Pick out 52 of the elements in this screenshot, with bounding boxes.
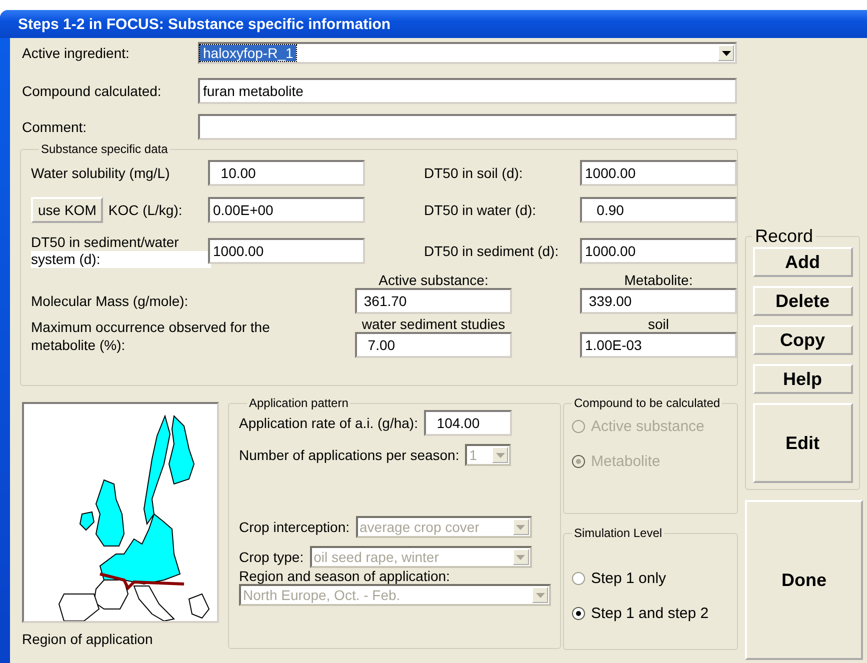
column-header: soil	[646, 316, 670, 332]
field-label: Crop type:	[239, 549, 304, 565]
group-title: Record	[754, 226, 814, 247]
column-header: water sediment studies	[360, 316, 506, 332]
field-label: Molecular Mass (g/mole):	[31, 293, 190, 309]
input-field[interactable]: 104.00	[424, 410, 512, 436]
field-label: Comment:	[21, 119, 88, 135]
input-field[interactable]: 0.90	[580, 197, 737, 223]
input-field[interactable]: 361.70	[355, 288, 512, 314]
field-label: DT50 in soil (d):	[424, 165, 524, 181]
column-header: Metabolite:	[623, 272, 694, 288]
input-field[interactable]: 1000.00	[580, 160, 737, 186]
record-button[interactable]: Add	[752, 247, 852, 277]
group-title: Simulation Level	[573, 526, 664, 540]
group-title: Application pattern	[248, 396, 350, 410]
record-button[interactable]: Help	[752, 364, 852, 394]
use-kom-button[interactable]: use KOM	[31, 197, 104, 223]
radio-button[interactable]	[572, 572, 585, 585]
input-field[interactable]: furan metabolite	[198, 78, 737, 104]
field-label: Region and season of application:	[239, 568, 451, 584]
field-label: DT50 in sediment (d):	[424, 243, 560, 259]
input-field[interactable]: 1000.00	[580, 238, 737, 264]
record-button[interactable]: Delete	[752, 286, 852, 316]
radio-label[interactable]: Step 1 and step 2	[591, 605, 709, 622]
group-title: Compound to be calculated	[573, 396, 722, 410]
window-title: Steps 1-2 in FOCUS: Substance specific information	[18, 16, 391, 32]
field-label: Application rate of a.i. (g/ha):	[239, 415, 418, 431]
field-label: Crop interception:	[239, 519, 350, 535]
field-label: Maximum occurrence observed for the metabolite (%):	[31, 318, 271, 354]
input-field[interactable]: 339.00	[580, 288, 737, 314]
input-field[interactable]	[198, 114, 737, 140]
edit-button[interactable]: Edit	[752, 403, 852, 483]
field-label: DT50 in sediment/water system (d):	[31, 234, 211, 268]
done-button[interactable]: Done	[745, 500, 863, 660]
ingredient-dropdown[interactable]: haloxyfop-R_1	[198, 42, 737, 64]
radio-button[interactable]	[572, 607, 585, 620]
record-button[interactable]: Copy	[752, 325, 852, 355]
field-label: Active ingredient:	[21, 45, 130, 61]
group-title: Substance specific data	[40, 142, 169, 156]
radio-label[interactable]: Step 1 only	[591, 570, 666, 587]
input-field[interactable]: 1.00E-03	[580, 332, 737, 358]
input-field[interactable]: 7.00	[355, 332, 512, 358]
field-label: DT50 in water (d):	[424, 202, 538, 218]
map-caption: Region of application	[22, 631, 154, 647]
input-field[interactable]: 10.00	[208, 160, 365, 186]
input-field[interactable]: 1000.00	[208, 238, 365, 264]
field-label: Compound calculated:	[21, 83, 162, 99]
input-field[interactable]: 0.00E+00	[208, 197, 365, 223]
field-label: KOC (L/kg):	[108, 202, 182, 218]
field-label: Water solubility (mg/L)	[31, 165, 171, 181]
field-label: Number of applications per season:	[239, 447, 460, 463]
column-header: Active substance:	[378, 272, 490, 288]
